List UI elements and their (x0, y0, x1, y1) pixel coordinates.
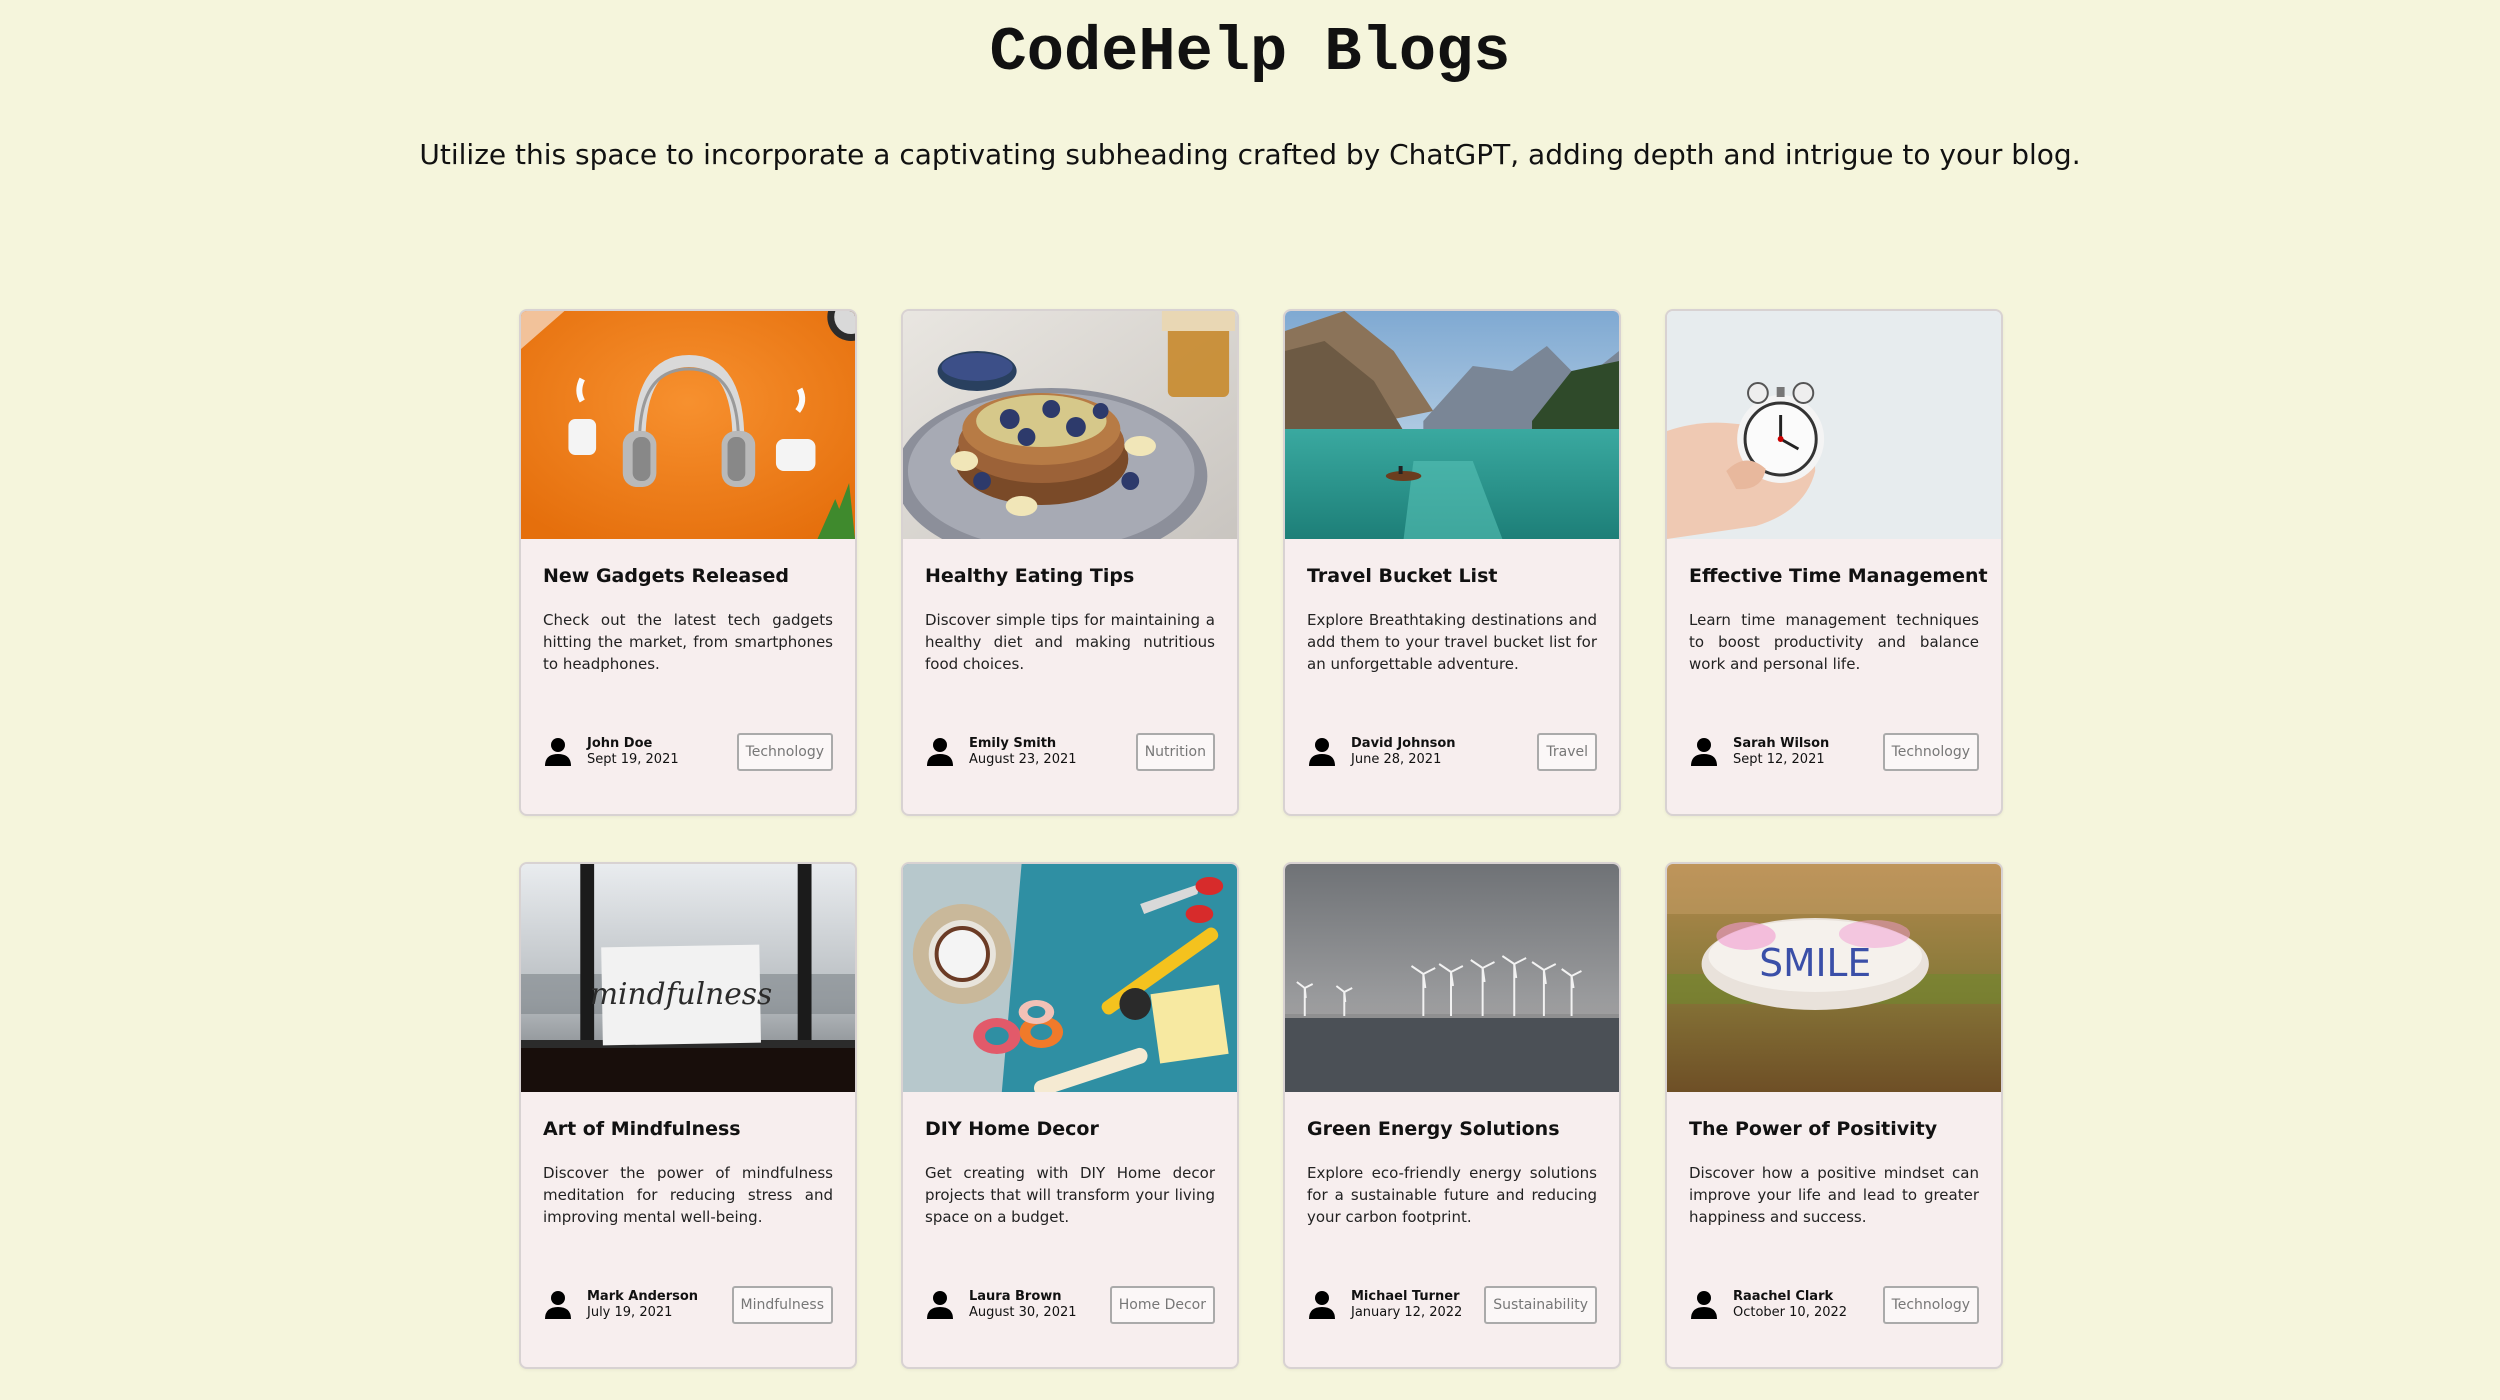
user-icon (927, 738, 953, 766)
post-date: January 12, 2022 (1351, 1305, 1463, 1320)
craft-tools-photo (903, 864, 1237, 1092)
blog-card[interactable]: New Gadgets Released Check out the lates… (519, 309, 857, 816)
page-title: CodeHelp Blogs (989, 17, 1511, 88)
card-footer: Michael Turner January 12, 2022 Sustaina… (1307, 1285, 1597, 1325)
author: Emily Smith August 23, 2021 (925, 736, 1077, 768)
card-footer: Raachel Clark October 10, 2022 Technolog… (1689, 1285, 1979, 1325)
post-date: Sept 12, 2021 (1733, 752, 1825, 767)
card-title[interactable]: Green Energy Solutions (1307, 1117, 1597, 1141)
author: Sarah Wilson Sept 12, 2021 (1689, 736, 1829, 768)
post-date: Sept 19, 2021 (587, 752, 679, 767)
user-icon (1691, 1291, 1717, 1319)
author-name: Michael Turner (1351, 1289, 1460, 1304)
card-footer: Laura Brown August 30, 2021 Home Decor (925, 1285, 1215, 1325)
user-icon (545, 738, 571, 766)
author-name: Sarah Wilson (1733, 736, 1830, 751)
post-date: June 28, 2021 (1351, 752, 1442, 767)
card-title[interactable]: DIY Home Decor (925, 1117, 1215, 1141)
blog-card[interactable]: mindfulness Art of Mindfulness Discover … (519, 862, 857, 1369)
author-name: Mark Anderson (587, 1289, 699, 1304)
post-date: August 30, 2021 (969, 1305, 1077, 1320)
user-icon (1691, 738, 1717, 766)
user-icon (1309, 738, 1335, 766)
blog-card[interactable]: SMILE The Power of Positivity Discover h… (1665, 862, 2003, 1369)
category-tag[interactable]: Technology (1882, 733, 1979, 771)
mindfulness-card-photo: mindfulness (521, 864, 855, 1092)
card-description: Explore Breathtaking destinations and ad… (1307, 611, 1597, 673)
card-footer: David Johnson June 28, 2021 Travel (1307, 732, 1597, 772)
card-description: Discover how a positive mindset can impr… (1689, 1164, 1979, 1226)
card-footer: Mark Anderson July 19, 2021 Mindfulness (543, 1285, 833, 1325)
card-description: Explore eco-friendly energy solutions fo… (1307, 1164, 1597, 1226)
headphones-photo (521, 311, 855, 539)
card-description: Discover simple tips for maintaining a h… (925, 611, 1215, 673)
category-tag[interactable]: Technology (1882, 1286, 1979, 1324)
user-icon (1309, 1291, 1335, 1319)
author: Laura Brown August 30, 2021 (925, 1289, 1077, 1321)
card-title[interactable]: Travel Bucket List (1307, 564, 1597, 588)
mountain-lake-photo (1285, 311, 1619, 539)
category-tag[interactable]: Mindfulness (731, 1286, 833, 1324)
wind-turbines-photo (1285, 864, 1619, 1092)
category-tag[interactable]: Nutrition (1135, 733, 1215, 771)
post-date: August 23, 2021 (969, 752, 1077, 767)
blog-card[interactable]: Green Energy Solutions Explore eco-frien… (1283, 862, 1621, 1369)
category-tag[interactable]: Travel (1537, 733, 1597, 771)
card-description: Check out the latest tech gadgets hittin… (543, 611, 833, 673)
author-name: Emily Smith (969, 736, 1057, 751)
smile-stone-text: SMILE (1759, 941, 1871, 985)
user-icon (545, 1291, 571, 1319)
card-footer: Sarah Wilson Sept 12, 2021 Technology (1689, 732, 1979, 772)
author: John Doe Sept 19, 2021 (543, 736, 679, 768)
alarm-clock-photo (1667, 311, 2001, 539)
user-icon (927, 1291, 953, 1319)
card-description: Discover the power of mindfulness medita… (543, 1164, 833, 1226)
author-name: Raachel Clark (1733, 1289, 1834, 1304)
card-title[interactable]: New Gadgets Released (543, 564, 833, 588)
card-title[interactable]: The Power of Positivity (1689, 1117, 1979, 1141)
blog-card[interactable]: Travel Bucket List Explore Breathtaking … (1283, 309, 1621, 816)
card-title[interactable]: Healthy Eating Tips (925, 564, 1215, 588)
author: David Johnson June 28, 2021 (1307, 736, 1456, 768)
post-date: July 19, 2021 (587, 1305, 673, 1320)
card-description: Learn time management techniques to boos… (1689, 611, 1979, 673)
blog-card[interactable]: Healthy Eating Tips Discover simple tips… (901, 309, 1239, 816)
post-date: October 10, 2022 (1733, 1305, 1848, 1320)
card-description: Get creating with DIY Home decor project… (925, 1164, 1215, 1226)
pancakes-photo (903, 311, 1237, 539)
blog-card[interactable]: DIY Home Decor Get creating with DIY Hom… (901, 862, 1239, 1369)
blog-card[interactable]: Effective Time Management Learn time man… (1665, 309, 2003, 816)
card-footer: Emily Smith August 23, 2021 Nutrition (925, 732, 1215, 772)
author: Mark Anderson July 19, 2021 (543, 1289, 698, 1321)
category-tag[interactable]: Home Decor (1109, 1286, 1215, 1324)
author-name: John Doe (587, 736, 653, 751)
smile-stone-photo: SMILE (1667, 864, 2001, 1092)
author: Michael Turner January 12, 2022 (1307, 1289, 1462, 1321)
card-footer: John Doe Sept 19, 2021 Technology (543, 732, 833, 772)
category-tag[interactable]: Sustainability (1484, 1286, 1597, 1324)
author-name: Laura Brown (969, 1289, 1062, 1304)
author-name: David Johnson (1351, 736, 1456, 751)
category-tag[interactable]: Technology (736, 733, 833, 771)
page-subtitle: Utilize this space to incorporate a capt… (419, 138, 2081, 171)
card-title[interactable]: Effective Time Management (1689, 564, 1988, 588)
author: Raachel Clark October 10, 2022 (1689, 1289, 1847, 1321)
mindfulness-card-text: mindfulness (590, 977, 772, 1012)
card-title[interactable]: Art of Mindfulness (543, 1117, 833, 1141)
blog-grid: New Gadgets Released Check out the lates… (519, 309, 2005, 1369)
